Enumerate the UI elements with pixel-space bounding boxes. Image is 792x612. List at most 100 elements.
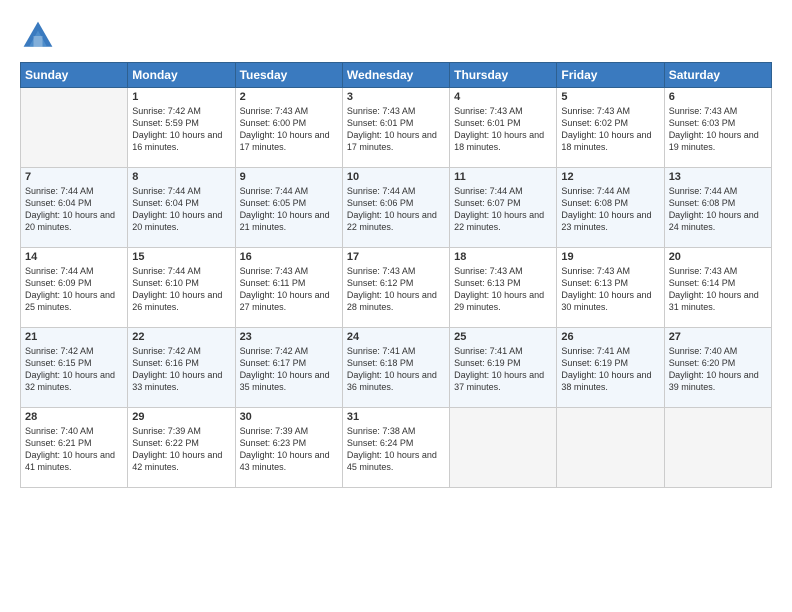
day-number: 24: [347, 331, 445, 343]
day-info: Sunrise: 7:44 AMSunset: 6:05 PMDaylight:…: [240, 185, 338, 234]
day-cell: 23 Sunrise: 7:42 AMSunset: 6:17 PMDayligh…: [235, 328, 342, 408]
day-cell: 12 Sunrise: 7:44 AMSunset: 6:08 PMDayligh…: [557, 168, 664, 248]
day-number: 2: [240, 91, 338, 103]
day-cell: 13Sunrise: 7:44 AMSunset: 6:08 PMDayligh…: [664, 168, 771, 248]
day-number: 8: [132, 171, 230, 183]
day-info: Sunrise: 7:43 AMSunset: 6:12 PMDaylight:…: [347, 265, 445, 314]
day-info: Sunrise: 7:41 AMSunset: 6:18 PMDaylight:…: [347, 345, 445, 394]
week-row-1: 1 Sunrise: 7:42 AMSunset: 5:59 PMDaylight…: [21, 88, 772, 168]
page: SundayMondayTuesdayWednesdayThursdayFrid…: [0, 0, 792, 612]
day-number: 21: [25, 331, 123, 343]
day-number: 4: [454, 91, 552, 103]
day-cell: 28Sunrise: 7:40 AMSunset: 6:21 PMDayligh…: [21, 408, 128, 488]
day-number: 3: [347, 91, 445, 103]
day-number: 29: [132, 411, 230, 423]
day-cell: 6 Sunrise: 7:43 AMSunset: 6:03 PMDaylight…: [664, 88, 771, 168]
day-info: Sunrise: 7:43 AMSunset: 6:03 PMDaylight:…: [669, 105, 767, 154]
day-number: 18: [454, 251, 552, 263]
day-cell: 11Sunrise: 7:44 AMSunset: 6:07 PMDayligh…: [450, 168, 557, 248]
calendar-table: SundayMondayTuesdayWednesdayThursdayFrid…: [20, 62, 772, 488]
day-info: Sunrise: 7:43 AMSunset: 6:14 PMDaylight:…: [669, 265, 767, 314]
day-info: Sunrise: 7:44 AMSunset: 6:10 PMDaylight:…: [132, 265, 230, 314]
day-number: 31: [347, 411, 445, 423]
day-cell: [450, 408, 557, 488]
day-number: 20: [669, 251, 767, 263]
day-info: Sunrise: 7:43 AMSunset: 6:11 PMDaylight:…: [240, 265, 338, 314]
day-number: 13: [669, 171, 767, 183]
week-row-5: 28Sunrise: 7:40 AMSunset: 6:21 PMDayligh…: [21, 408, 772, 488]
day-number: 5: [561, 91, 659, 103]
day-number: 10: [347, 171, 445, 183]
day-number: 19: [561, 251, 659, 263]
day-cell: [664, 408, 771, 488]
day-cell: 30Sunrise: 7:39 AMSunset: 6:23 PMDayligh…: [235, 408, 342, 488]
day-cell: 24 Sunrise: 7:41 AMSunset: 6:18 PMDayligh…: [342, 328, 449, 408]
day-number: 30: [240, 411, 338, 423]
day-info: Sunrise: 7:44 AMSunset: 6:06 PMDaylight:…: [347, 185, 445, 234]
day-number: 12: [561, 171, 659, 183]
day-cell: 31 Sunrise: 7:38 AMSunset: 6:24 PMDayligh…: [342, 408, 449, 488]
day-cell: 1 Sunrise: 7:42 AMSunset: 5:59 PMDaylight…: [128, 88, 235, 168]
day-number: 7: [25, 171, 123, 183]
day-info: Sunrise: 7:42 AMSunset: 6:16 PMDaylight:…: [132, 345, 230, 394]
day-number: 17: [347, 251, 445, 263]
day-info: Sunrise: 7:43 AMSunset: 6:13 PMDaylight:…: [454, 265, 552, 314]
header-cell-thursday: Thursday: [450, 63, 557, 88]
day-info: Sunrise: 7:41 AMSunset: 6:19 PMDaylight:…: [454, 345, 552, 394]
day-cell: 22Sunrise: 7:42 AMSunset: 6:16 PMDayligh…: [128, 328, 235, 408]
day-cell: 19 Sunrise: 7:43 AMSunset: 6:13 PMDayligh…: [557, 248, 664, 328]
day-cell: 10 Sunrise: 7:44 AMSunset: 6:06 PMDayligh…: [342, 168, 449, 248]
day-cell: 29Sunrise: 7:39 AMSunset: 6:22 PMDayligh…: [128, 408, 235, 488]
day-cell: 20 Sunrise: 7:43 AMSunset: 6:14 PMDayligh…: [664, 248, 771, 328]
day-info: Sunrise: 7:40 AMSunset: 6:21 PMDaylight:…: [25, 425, 123, 474]
day-info: Sunrise: 7:43 AMSunset: 6:01 PMDaylight:…: [347, 105, 445, 154]
day-number: 6: [669, 91, 767, 103]
header: [20, 18, 772, 54]
header-cell-tuesday: Tuesday: [235, 63, 342, 88]
day-cell: 25 Sunrise: 7:41 AMSunset: 6:19 PMDayligh…: [450, 328, 557, 408]
day-info: Sunrise: 7:43 AMSunset: 6:13 PMDaylight:…: [561, 265, 659, 314]
logo-icon: [20, 18, 56, 54]
day-number: 15: [132, 251, 230, 263]
week-row-2: 7 Sunrise: 7:44 AMSunset: 6:04 PMDaylight…: [21, 168, 772, 248]
day-info: Sunrise: 7:44 AMSunset: 6:04 PMDaylight:…: [132, 185, 230, 234]
week-row-3: 14 Sunrise: 7:44 AMSunset: 6:09 PMDayligh…: [21, 248, 772, 328]
header-cell-wednesday: Wednesday: [342, 63, 449, 88]
day-cell: [21, 88, 128, 168]
day-cell: 9Sunrise: 7:44 AMSunset: 6:05 PMDaylight…: [235, 168, 342, 248]
day-info: Sunrise: 7:43 AMSunset: 6:02 PMDaylight:…: [561, 105, 659, 154]
header-cell-monday: Monday: [128, 63, 235, 88]
logo: [20, 18, 60, 54]
header-row: SundayMondayTuesdayWednesdayThursdayFrid…: [21, 63, 772, 88]
day-cell: 16Sunrise: 7:43 AMSunset: 6:11 PMDayligh…: [235, 248, 342, 328]
day-number: 14: [25, 251, 123, 263]
day-number: 1: [132, 91, 230, 103]
day-number: 26: [561, 331, 659, 343]
week-row-4: 21 Sunrise: 7:42 AMSunset: 6:15 PMDayligh…: [21, 328, 772, 408]
day-number: 25: [454, 331, 552, 343]
day-info: Sunrise: 7:42 AMSunset: 6:15 PMDaylight:…: [25, 345, 123, 394]
day-cell: 5 Sunrise: 7:43 AMSunset: 6:02 PMDaylight…: [557, 88, 664, 168]
day-info: Sunrise: 7:38 AMSunset: 6:24 PMDaylight:…: [347, 425, 445, 474]
day-info: Sunrise: 7:44 AMSunset: 6:08 PMDaylight:…: [561, 185, 659, 234]
day-info: Sunrise: 7:40 AMSunset: 6:20 PMDaylight:…: [669, 345, 767, 394]
day-info: Sunrise: 7:44 AMSunset: 6:09 PMDaylight:…: [25, 265, 123, 314]
day-info: Sunrise: 7:42 AMSunset: 6:17 PMDaylight:…: [240, 345, 338, 394]
header-cell-saturday: Saturday: [664, 63, 771, 88]
day-cell: 21 Sunrise: 7:42 AMSunset: 6:15 PMDayligh…: [21, 328, 128, 408]
header-cell-friday: Friday: [557, 63, 664, 88]
day-number: 27: [669, 331, 767, 343]
day-cell: 18 Sunrise: 7:43 AMSunset: 6:13 PMDayligh…: [450, 248, 557, 328]
day-info: Sunrise: 7:43 AMSunset: 6:00 PMDaylight:…: [240, 105, 338, 154]
header-cell-sunday: Sunday: [21, 63, 128, 88]
day-cell: 7Sunrise: 7:44 AMSunset: 6:04 PMDaylight…: [21, 168, 128, 248]
day-info: Sunrise: 7:41 AMSunset: 6:19 PMDaylight:…: [561, 345, 659, 394]
day-cell: 17 Sunrise: 7:43 AMSunset: 6:12 PMDayligh…: [342, 248, 449, 328]
day-cell: 8 Sunrise: 7:44 AMSunset: 6:04 PMDaylight…: [128, 168, 235, 248]
day-cell: [557, 408, 664, 488]
day-info: Sunrise: 7:42 AMSunset: 5:59 PMDaylight:…: [132, 105, 230, 154]
day-cell: 15 Sunrise: 7:44 AMSunset: 6:10 PMDayligh…: [128, 248, 235, 328]
day-number: 23: [240, 331, 338, 343]
day-cell: 3 Sunrise: 7:43 AMSunset: 6:01 PMDaylight…: [342, 88, 449, 168]
day-number: 11: [454, 171, 552, 183]
